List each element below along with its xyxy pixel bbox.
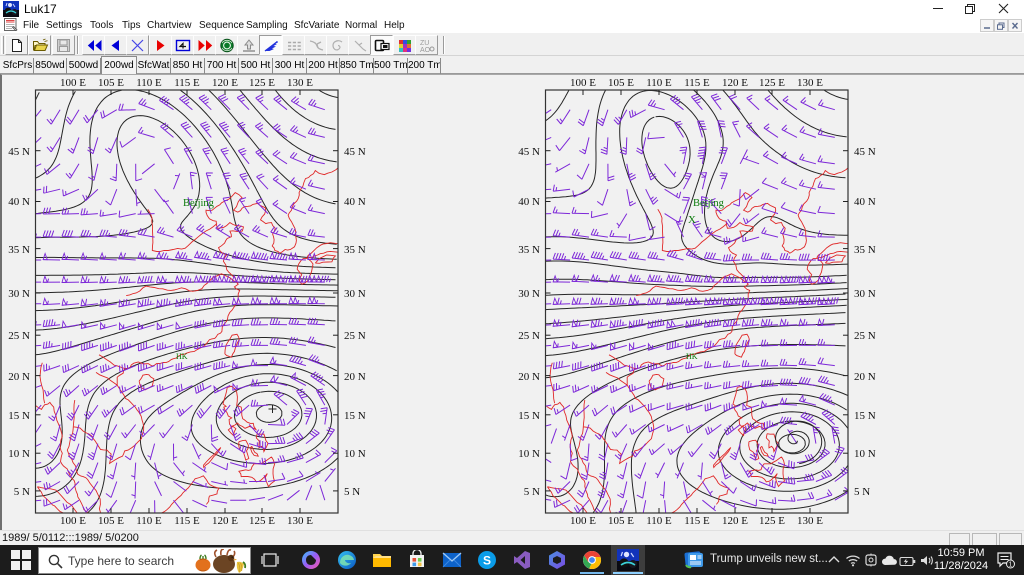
svg-text:1: 1: [1009, 562, 1013, 569]
svg-text:HK: HK: [176, 352, 188, 361]
svg-text:40 N: 40 N: [8, 196, 30, 208]
svg-text:130 E: 130 E: [797, 77, 823, 89]
svg-text:15 N: 15 N: [518, 410, 540, 422]
svg-text:105 E: 105 E: [98, 77, 124, 89]
svg-text:125 E: 125 E: [249, 515, 275, 527]
svg-text:110 E: 110 E: [646, 515, 672, 527]
svg-text:Beijing: Beijing: [183, 198, 215, 209]
svg-text:20 N: 20 N: [344, 371, 366, 383]
svg-text:35 N: 35 N: [854, 244, 876, 256]
svg-text:35 N: 35 N: [518, 244, 540, 256]
svg-text:5 N: 5 N: [14, 486, 30, 498]
svg-text:40 N: 40 N: [854, 196, 876, 208]
svg-text:125 E: 125 E: [759, 77, 785, 89]
svg-text:20 N: 20 N: [518, 371, 540, 383]
svg-text:40 N: 40 N: [518, 196, 540, 208]
svg-text:130 E: 130 E: [287, 515, 313, 527]
svg-text:25 N: 25 N: [344, 330, 366, 342]
svg-text:35 N: 35 N: [344, 244, 366, 256]
svg-text:20 N: 20 N: [854, 371, 876, 383]
svg-text:5 N: 5 N: [854, 486, 870, 498]
svg-text:115 E: 115 E: [174, 515, 200, 527]
svg-text:115 E: 115 E: [684, 77, 710, 89]
svg-text:30 N: 30 N: [518, 288, 540, 300]
svg-text:100 E: 100 E: [570, 515, 596, 527]
svg-text:45 N: 45 N: [518, 146, 540, 158]
svg-text:20 N: 20 N: [8, 371, 30, 383]
svg-text:120 E: 120 E: [212, 515, 238, 527]
svg-text:110 E: 110 E: [646, 77, 672, 89]
svg-text:10 N: 10 N: [854, 448, 876, 460]
svg-text:110 E: 110 E: [136, 515, 162, 527]
svg-text:30 N: 30 N: [8, 288, 30, 300]
svg-text:130 E: 130 E: [797, 515, 823, 527]
svg-text:45 N: 45 N: [8, 146, 30, 158]
svg-text:25 N: 25 N: [854, 330, 876, 342]
svg-text:10 N: 10 N: [8, 448, 30, 460]
svg-text:10 N: 10 N: [518, 448, 540, 460]
svg-text:115 E: 115 E: [684, 515, 710, 527]
svg-text:5 N: 5 N: [344, 486, 360, 498]
svg-text:30 N: 30 N: [344, 288, 366, 300]
svg-text:5 N: 5 N: [524, 486, 540, 498]
svg-text:125 E: 125 E: [759, 515, 785, 527]
svg-text:10 N: 10 N: [344, 448, 366, 460]
svg-text:AO: AO: [420, 47, 431, 53]
svg-text:15 N: 15 N: [854, 410, 876, 422]
svg-text:15 N: 15 N: [344, 410, 366, 422]
svg-text:S: S: [483, 554, 491, 568]
svg-text:25 N: 25 N: [8, 330, 30, 342]
svg-text:15 N: 15 N: [8, 410, 30, 422]
svg-text:105 E: 105 E: [608, 77, 634, 89]
svg-text:100 E: 100 E: [570, 77, 596, 89]
svg-text:25 N: 25 N: [518, 330, 540, 342]
svg-text:120 E: 120 E: [212, 77, 238, 89]
svg-text:30 N: 30 N: [854, 288, 876, 300]
svg-text:125 E: 125 E: [249, 77, 275, 89]
svg-text:HK: HK: [686, 352, 698, 361]
svg-text:ZU: ZU: [420, 40, 429, 47]
svg-text:115 E: 115 E: [174, 77, 200, 89]
svg-text:130 E: 130 E: [287, 77, 313, 89]
svg-text:105 E: 105 E: [608, 515, 634, 527]
svg-text:110 E: 110 E: [136, 77, 162, 89]
svg-text:45 N: 45 N: [344, 146, 366, 158]
svg-text:Beijing: Beijing: [693, 198, 725, 209]
svg-text:120 E: 120 E: [722, 77, 748, 89]
svg-text:100 E: 100 E: [60, 77, 86, 89]
svg-text:X: X: [688, 214, 696, 226]
svg-text:120 E: 120 E: [722, 515, 748, 527]
svg-text:35 N: 35 N: [8, 244, 30, 256]
svg-text:40 N: 40 N: [344, 196, 366, 208]
svg-text:105 E: 105 E: [98, 515, 124, 527]
svg-text:100 E: 100 E: [60, 515, 86, 527]
svg-text:45 N: 45 N: [854, 146, 876, 158]
